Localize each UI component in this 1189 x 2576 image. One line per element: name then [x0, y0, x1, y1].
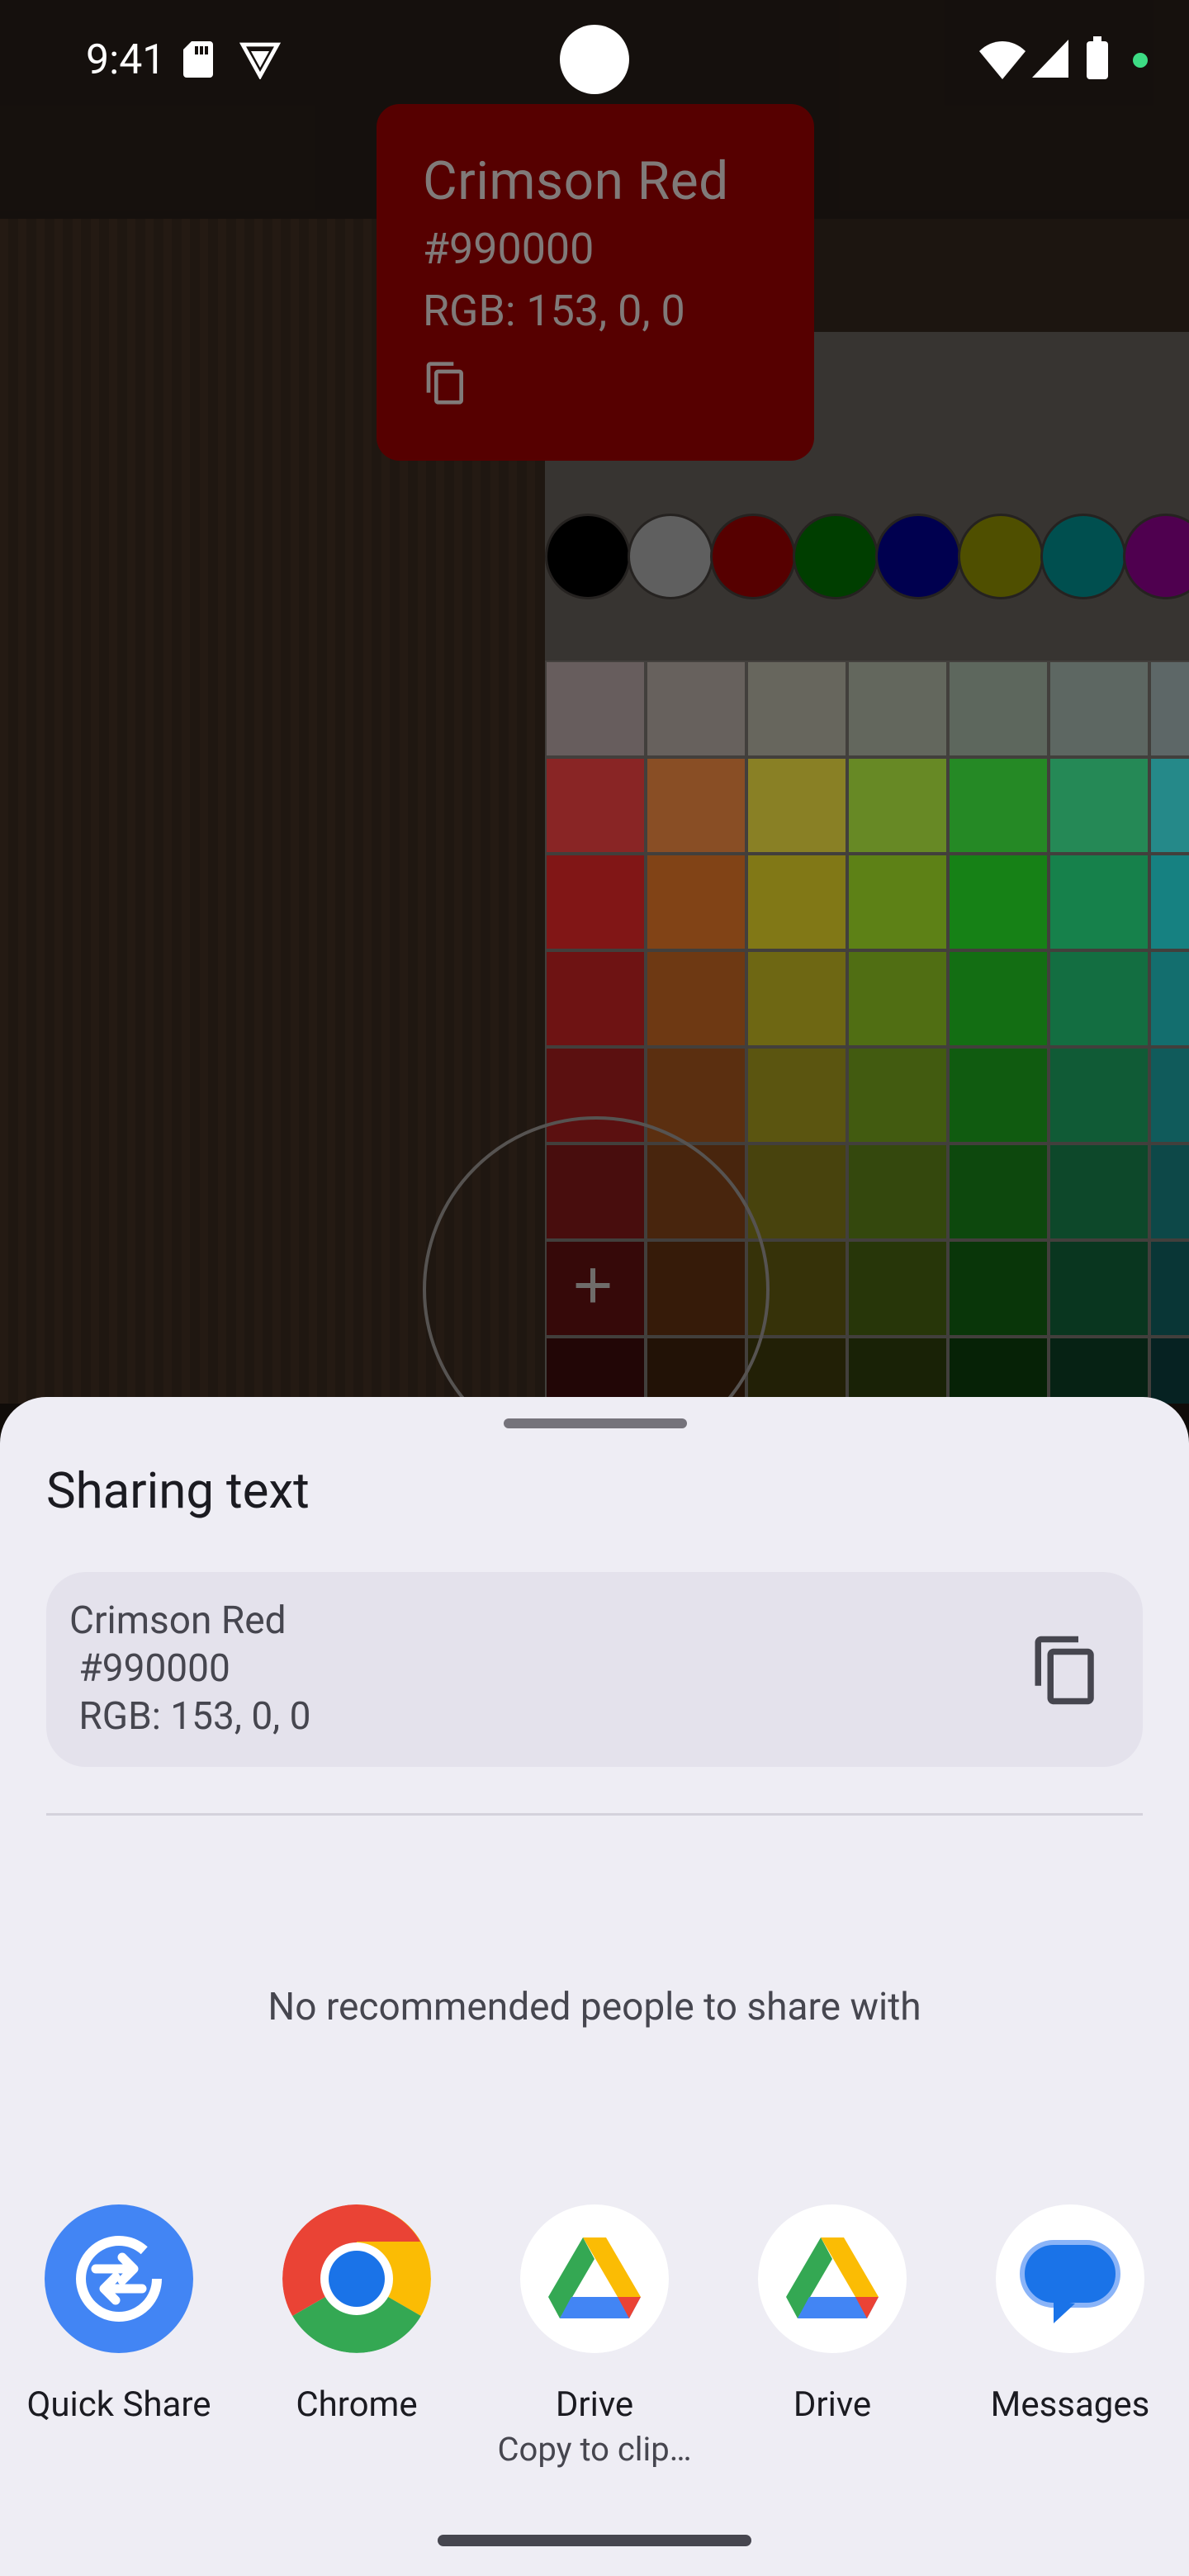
divider [46, 1813, 1143, 1816]
messages-icon [996, 2204, 1144, 2353]
share-target-quick-share[interactable]: Quick Share [0, 2204, 238, 2425]
share-sheet: Sharing text Crimson Red #990000 RGB: 15… [0, 1397, 1189, 2576]
gesture-nav-handle[interactable] [438, 2535, 751, 2546]
cell-signal-icon [1032, 40, 1068, 78]
app-sublabel: Copy to clip… [497, 2430, 692, 2469]
front-camera [560, 25, 629, 94]
wifi-icon [979, 41, 1026, 79]
share-target-chrome[interactable]: Chrome [238, 2204, 476, 2425]
app-label: Drive [555, 2384, 634, 2425]
quick-share-icon [45, 2204, 193, 2353]
app-label: Messages [990, 2384, 1150, 2425]
privacy-indicator-dot [1133, 53, 1148, 68]
sd-card-icon [183, 41, 213, 78]
clock: 9:41 [86, 36, 166, 84]
sheet-title: Sharing text [46, 1461, 310, 1520]
no-recommendations-message: No recommended people to share with [268, 1985, 921, 2029]
chrome-icon [282, 2204, 431, 2353]
app-label: Drive [793, 2384, 872, 2425]
share-target-drive-copy[interactable]: Drive Copy to clip… [476, 2204, 713, 2469]
preview-text: Crimson Red #990000 RGB: 153, 0, 0 [69, 1598, 311, 1739]
copy-icon[interactable] [1029, 1633, 1103, 1707]
drag-handle[interactable] [504, 1418, 687, 1428]
share-target-messages[interactable]: Messages [951, 2204, 1189, 2425]
app-label: Quick Share [26, 2384, 211, 2425]
vpn-shield-icon [239, 40, 282, 80]
app-label: Chrome [296, 2384, 418, 2425]
battery-icon [1087, 36, 1108, 79]
shared-text-preview: Crimson Red #990000 RGB: 153, 0, 0 [46, 1572, 1143, 1767]
status-bar: 9:41 [0, 0, 1189, 119]
app-targets: Quick Share Chrome Drive Copy to clip… D… [0, 2204, 1189, 2518]
drive-icon [758, 2204, 907, 2353]
share-target-drive[interactable]: Drive [713, 2204, 951, 2425]
drive-icon [520, 2204, 669, 2353]
